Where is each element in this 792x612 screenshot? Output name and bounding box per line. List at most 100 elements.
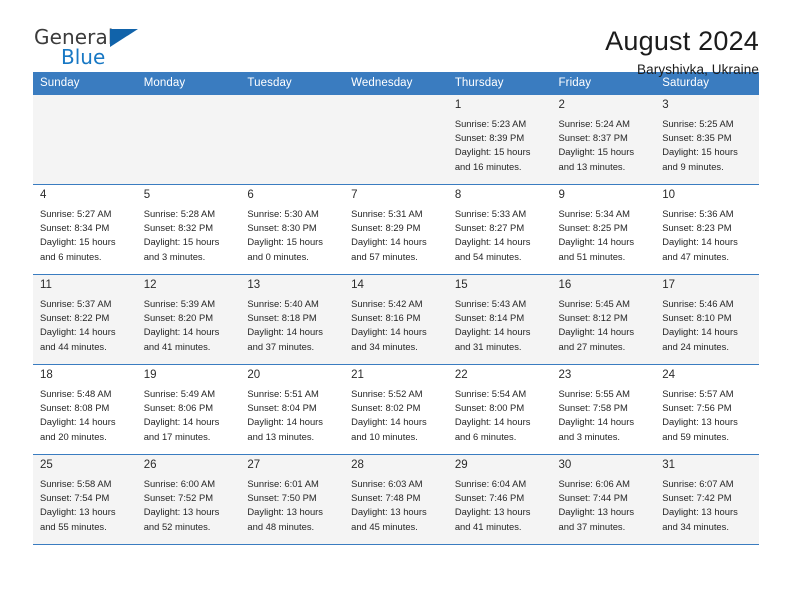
calendar-day-cell[interactable]: 7 Sunrise: 5:31 AM Sunset: 8:29 PM Daylight… — [344, 184, 448, 275]
day-number: 30 — [558, 459, 572, 471]
page-subtitle: Baryshivka, Ukraine — [637, 62, 759, 78]
calendar-day-cell[interactable]: 10 Sunrise: 5:36 AM Sunset: 8:23 PM Dayligh… — [655, 184, 759, 275]
calendar-cell-content — [240, 95, 344, 184]
calendar-day-cell[interactable]: 26 Sunrise: 6:00 AM Sunset: 7:52 PM Dayligh… — [136, 454, 241, 545]
calendar-day-cell[interactable]: 16 Sunrise: 5:45 AM Sunset: 8:12 PM Dayligh… — [551, 274, 656, 365]
day-daylight-line1-text: Daylight: 14 hours — [454, 236, 531, 248]
calendar-day-cell[interactable]: 19 Sunrise: 5:49 AM Sunset: 8:06 PM Dayligh… — [136, 364, 241, 455]
calendar-cell-empty — [136, 95, 241, 185]
calendar-day-cell[interactable]: 29 Sunrise: 6:04 AM Sunset: 7:46 PM Dayligh… — [447, 454, 552, 545]
calendar-day-cell[interactable]: 27 Sunrise: 6:01 AM Sunset: 7:50 PM Dayligh… — [240, 454, 345, 545]
day-daylight-line2-text: and 0 minutes. — [247, 250, 309, 262]
day-number: 12 — [143, 279, 157, 291]
calendar-day-cell[interactable]: 17 Sunrise: 5:46 AM Sunset: 8:10 PM Dayligh… — [655, 274, 759, 365]
day-daylight-line1-text: Daylight: 15 hours — [454, 146, 531, 158]
calendar-cell-content: 18 Sunrise: 5:48 AM Sunset: 8:08 PM Dayligh… — [33, 365, 137, 454]
day-sunrise-text: Sunrise: 5:33 AM — [454, 207, 527, 219]
calendar-day-cell[interactable]: 11 Sunrise: 5:37 AM Sunset: 8:22 PM Dayligh… — [33, 274, 137, 365]
day-sunrise-text: Sunrise: 5:24 AM — [558, 117, 630, 129]
day-number: 10 — [662, 189, 676, 201]
day-daylight-line2-text: and 52 minutes. — [143, 520, 211, 532]
calendar-day-cell[interactable]: 20 Sunrise: 5:51 AM Sunset: 8:04 PM Dayligh… — [240, 364, 345, 455]
day-daylight-line2-text: and 55 minutes. — [40, 520, 107, 532]
day-sunset-text: Sunset: 8:32 PM — [143, 222, 214, 234]
day-sunrise-text: Sunrise: 5:51 AM — [247, 387, 319, 399]
calendar-day-cell[interactable]: 9 Sunrise: 5:34 AM Sunset: 8:25 PM Daylight… — [551, 184, 656, 275]
calendar-cell-content: 2 Sunrise: 5:24 AM Sunset: 8:37 PM Daylight… — [552, 95, 656, 184]
day-daylight-line1-text: Daylight: 14 hours — [143, 416, 220, 428]
day-sunset-text: Sunset: 8:02 PM — [351, 402, 421, 414]
calendar-day-cell[interactable]: 28 Sunrise: 6:03 AM Sunset: 7:48 PM Dayligh… — [344, 454, 448, 545]
calendar-cell-content: 24 Sunrise: 5:57 AM Sunset: 7:56 PM Dayligh… — [655, 365, 759, 454]
day-sunrise-text: Sunrise: 6:07 AM — [662, 477, 734, 489]
day-daylight-line1-text: Daylight: 14 hours — [40, 326, 116, 338]
day-sunrise-text: Sunrise: 5:58 AM — [40, 477, 112, 489]
calendar-day-cell[interactable]: 31 Sunrise: 6:07 AM Sunset: 7:42 PM Dayligh… — [655, 454, 759, 545]
calendar-day-cell[interactable]: 4 Sunrise: 5:27 AM Sunset: 8:34 PM Daylight… — [33, 184, 137, 275]
calendar-day-cell[interactable]: 1 Sunrise: 5:23 AM Sunset: 8:39 PM Daylight… — [447, 95, 552, 185]
day-number: 16 — [558, 279, 572, 291]
day-daylight-line1-text: Daylight: 14 hours — [558, 236, 635, 248]
calendar-day-cell[interactable]: 15 Sunrise: 5:43 AM Sunset: 8:14 PM Dayligh… — [447, 274, 552, 365]
day-sunrise-text: Sunrise: 5:23 AM — [454, 117, 527, 129]
calendar-day-cell[interactable]: 25 Sunrise: 5:58 AM Sunset: 7:54 PM Dayligh… — [33, 454, 137, 545]
day-sunset-text: Sunset: 7:48 PM — [351, 492, 421, 504]
day-daylight-line1-text: Daylight: 15 hours — [40, 236, 116, 248]
calendar-cell-content: 16 Sunrise: 5:45 AM Sunset: 8:12 PM Dayligh… — [552, 275, 656, 364]
calendar-day-cell[interactable]: 12 Sunrise: 5:39 AM Sunset: 8:20 PM Dayligh… — [136, 274, 241, 365]
day-daylight-line2-text: and 10 minutes. — [351, 430, 418, 442]
calendar-day-cell[interactable]: 22 Sunrise: 5:54 AM Sunset: 8:00 PM Dayligh… — [447, 364, 552, 455]
day-sun-info: Sunrise: 5:40 AM Sunset: 8:18 PM Daylight:… — [247, 297, 337, 354]
day-number: 25 — [40, 459, 53, 471]
calendar-day-cell[interactable]: 3 Sunrise: 5:25 AM Sunset: 8:35 PM Daylight… — [655, 95, 759, 185]
title-block: August 2024 Baryshivka, Ukraine — [605, 26, 759, 77]
day-daylight-line2-text: and 57 minutes. — [351, 250, 418, 262]
calendar-day-cell[interactable]: 21 Sunrise: 5:52 AM Sunset: 8:02 PM Dayligh… — [344, 364, 448, 455]
calendar-cell-content: 31 Sunrise: 6:07 AM Sunset: 7:42 PM Dayligh… — [655, 455, 759, 544]
general-blue-logo[interactable]: General Blue — [33, 26, 153, 72]
day-sunset-text: Sunset: 8:18 PM — [247, 312, 317, 324]
day-sunset-text: Sunset: 8:23 PM — [662, 222, 732, 234]
day-sun-info: Sunrise: 6:03 AM Sunset: 7:48 PM Daylight:… — [351, 477, 441, 534]
calendar-day-cell[interactable]: 5 Sunrise: 5:28 AM Sunset: 8:32 PM Daylight… — [136, 184, 241, 275]
day-sunrise-text: Sunrise: 5:36 AM — [662, 207, 734, 219]
day-sunset-text: Sunset: 7:44 PM — [558, 492, 628, 504]
calendar-day-cell[interactable]: 30 Sunrise: 6:06 AM Sunset: 7:44 PM Dayligh… — [551, 454, 656, 545]
calendar-cell-content: 13 Sunrise: 5:40 AM Sunset: 8:18 PM Dayligh… — [240, 275, 344, 364]
day-number: 24 — [662, 369, 676, 381]
day-sunset-text: Sunset: 8:04 PM — [247, 402, 317, 414]
day-sun-info: Sunrise: 5:30 AM Sunset: 8:30 PM Daylight:… — [247, 207, 337, 264]
day-daylight-line2-text: and 16 minutes. — [454, 160, 522, 172]
calendar-cell-content: 25 Sunrise: 5:58 AM Sunset: 7:54 PM Dayligh… — [33, 455, 137, 544]
calendar-day-cell[interactable]: 2 Sunrise: 5:24 AM Sunset: 8:37 PM Daylight… — [551, 95, 656, 185]
calendar-day-cell[interactable]: 23 Sunrise: 5:55 AM Sunset: 7:58 PM Dayligh… — [551, 364, 656, 455]
day-number: 3 — [662, 99, 669, 111]
calendar-day-cell[interactable]: 18 Sunrise: 5:48 AM Sunset: 8:08 PM Dayligh… — [33, 364, 137, 455]
day-daylight-line1-text: Daylight: 14 hours — [247, 416, 323, 428]
day-sunrise-text: Sunrise: 5:48 AM — [40, 387, 112, 399]
day-daylight-line2-text: and 54 minutes. — [454, 250, 522, 262]
day-daylight-line1-text: Daylight: 13 hours — [454, 506, 531, 518]
day-sunrise-text: Sunrise: 5:40 AM — [247, 297, 319, 309]
day-sun-info: Sunrise: 5:23 AM Sunset: 8:39 PM Daylight:… — [455, 117, 545, 174]
day-sun-info: Sunrise: 5:39 AM Sunset: 8:20 PM Daylight:… — [144, 297, 234, 354]
day-daylight-line2-text: and 37 minutes. — [558, 520, 626, 532]
day-sunset-text: Sunset: 7:46 PM — [454, 492, 525, 504]
calendar-day-cell[interactable]: 24 Sunrise: 5:57 AM Sunset: 7:56 PM Dayligh… — [655, 364, 759, 455]
calendar-day-cell[interactable]: 8 Sunrise: 5:33 AM Sunset: 8:27 PM Daylight… — [447, 184, 552, 275]
day-sunset-text: Sunset: 8:16 PM — [351, 312, 421, 324]
calendar-cell-content: 1 Sunrise: 5:23 AM Sunset: 8:39 PM Daylight… — [448, 95, 552, 184]
day-daylight-line1-text: Daylight: 14 hours — [143, 326, 220, 338]
calendar-cell-content: 17 Sunrise: 5:46 AM Sunset: 8:10 PM Dayligh… — [655, 275, 759, 364]
day-number: 20 — [247, 369, 261, 381]
calendar-day-cell[interactable]: 14 Sunrise: 5:42 AM Sunset: 8:16 PM Dayligh… — [344, 274, 448, 365]
day-sun-info: Sunrise: 5:52 AM Sunset: 8:02 PM Daylight:… — [351, 387, 441, 444]
day-daylight-line1-text: Daylight: 13 hours — [662, 506, 738, 518]
day-daylight-line1-text: Daylight: 14 hours — [40, 416, 116, 428]
day-daylight-line1-text: Daylight: 14 hours — [558, 326, 635, 338]
calendar-cell-content: 22 Sunrise: 5:54 AM Sunset: 8:00 PM Dayligh… — [448, 365, 552, 454]
calendar-day-cell[interactable]: 13 Sunrise: 5:40 AM Sunset: 8:18 PM Dayligh… — [240, 274, 345, 365]
day-daylight-line2-text: and 37 minutes. — [247, 340, 315, 352]
day-sunset-text: Sunset: 8:34 PM — [40, 222, 110, 234]
calendar-day-cell[interactable]: 6 Sunrise: 5:30 AM Sunset: 8:30 PM Daylight… — [240, 184, 345, 275]
